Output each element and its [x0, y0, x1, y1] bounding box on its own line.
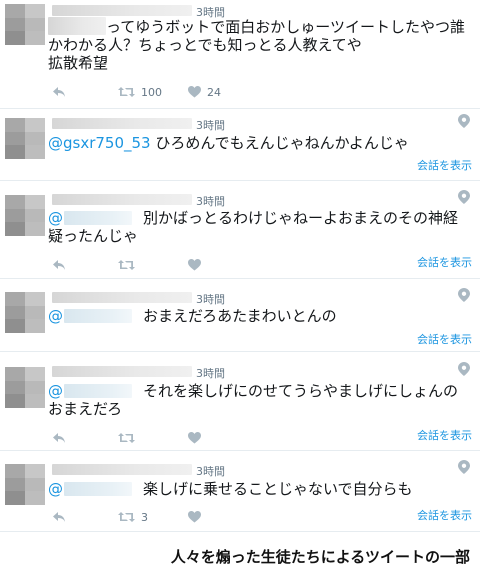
tweet-actions: 100 24	[52, 84, 292, 100]
avatar[interactable]	[5, 4, 45, 45]
reply-icon	[53, 260, 65, 270]
location-pin-icon	[458, 190, 470, 204]
tweet-body: ひろめんでもえんじゃねんかよんじゃ	[150, 134, 409, 152]
blurred-username	[52, 292, 192, 303]
tweet-actions	[52, 430, 292, 446]
location-pin-icon	[458, 460, 470, 474]
reply-button[interactable]	[52, 257, 66, 273]
tweet-body: 別かばっとるわけじゃねーよおまえのその神経疑ったんじゃ	[48, 209, 459, 245]
like-button[interactable]	[188, 509, 201, 525]
tweet-actions	[52, 257, 292, 273]
blurred-username	[52, 464, 192, 475]
reply-icon	[53, 512, 65, 522]
show-conversation-link[interactable]: 会話を表示	[417, 254, 472, 270]
mention-link[interactable]: @gsxr750_53	[48, 134, 151, 152]
show-conversation-link[interactable]: 会話を表示	[417, 507, 472, 523]
avatar[interactable]	[5, 367, 45, 408]
blurred-username	[52, 366, 192, 377]
retweet-count: 100	[141, 85, 162, 99]
image-caption: 人々を煽った生徒たちによるツイートの一部	[170, 548, 470, 566]
reply-button[interactable]	[52, 84, 66, 100]
like-button[interactable]: 24	[188, 84, 221, 100]
blurred-username	[52, 194, 192, 205]
show-conversation-link[interactable]: 会話を表示	[417, 427, 472, 443]
retweet-icon	[118, 260, 135, 270]
tweet: 3時間 @ 楽しげに乗せることじゃないで自分らも 3 会話を表示	[0, 452, 480, 532]
show-conversation-link[interactable]: 会話を表示	[417, 157, 472, 173]
location-pin-icon	[458, 362, 470, 376]
tweet-body: 楽しげに乗せることじゃないで自分らも	[143, 480, 413, 498]
reply-icon	[53, 433, 65, 443]
tweet-time[interactable]: 3時間	[196, 463, 225, 479]
tweet: 3時間 @gsxr750_53 ひろめんでもえんじゃねんかよんじゃ 会話を表示	[0, 110, 480, 181]
retweet-icon	[118, 87, 135, 97]
tweet-text: @ 別かばっとるわけじゃねーよおまえのその神経疑ったんじゃ	[48, 209, 472, 245]
avatar[interactable]	[5, 118, 45, 159]
like-icon	[188, 511, 201, 523]
retweet-icon	[118, 433, 135, 443]
tweet-text: @gsxr750_53 ひろめんでもえんじゃねんかよんじゃ	[48, 134, 472, 152]
tweet-body: おまえだろあたまわいとんの	[143, 307, 337, 325]
tweet-time[interactable]: 3時間	[196, 193, 225, 209]
retweet-button[interactable]: 100	[118, 84, 162, 100]
tweet-time[interactable]: 3時間	[196, 365, 225, 381]
mention-link[interactable]: @	[48, 209, 63, 227]
location-pin-icon	[458, 288, 470, 302]
tweet-time[interactable]: 3時間	[196, 291, 225, 307]
like-icon	[188, 259, 201, 271]
tweet-time[interactable]: 3時間	[196, 117, 225, 133]
reply-button[interactable]	[52, 430, 66, 446]
retweet-count: 3	[141, 510, 148, 524]
tweet: 3時間 @ おまえだろあたまわいとんの 会話を表示	[0, 280, 480, 352]
avatar[interactable]	[5, 195, 45, 236]
tweet-actions: 3	[52, 509, 292, 525]
avatar[interactable]	[5, 464, 45, 505]
tweet: 3時間 @ 別かばっとるわけじゃねーよおまえのその神経疑ったんじゃ 会話を表示	[0, 182, 480, 279]
retweet-icon	[118, 512, 135, 522]
mention-link[interactable]: @	[48, 382, 63, 400]
like-icon	[188, 86, 201, 98]
retweet-button[interactable]	[118, 430, 135, 446]
retweet-button[interactable]	[118, 257, 135, 273]
location-pin-icon	[458, 114, 470, 128]
tweet-text: ってゆうボットで面白おかしゅーツイートしたやつ誰かわかる人？ちょっとでも知っとる…	[48, 18, 465, 72]
reply-icon	[53, 87, 65, 97]
blurred-username	[52, 5, 192, 16]
like-button[interactable]	[188, 430, 201, 446]
retweet-button[interactable]: 3	[118, 509, 148, 525]
show-conversation-link[interactable]: 会話を表示	[417, 331, 472, 347]
tweet-text: @ それを楽しげにのせてうらやましげにしょんのおまえだろ	[48, 382, 472, 418]
tweet-text: @ 楽しげに乗せることじゃないで自分らも	[48, 480, 472, 498]
like-button[interactable]	[188, 257, 201, 273]
avatar[interactable]	[5, 292, 45, 333]
tweet-text: @ おまえだろあたまわいとんの	[48, 307, 472, 325]
tweet: 3時間 @ それを楽しげにのせてうらやましげにしょんのおまえだろ 会話を表示	[0, 353, 480, 451]
reply-button[interactable]	[52, 509, 66, 525]
like-count: 24	[207, 85, 221, 99]
like-icon	[188, 432, 201, 444]
mention-link[interactable]: @	[48, 307, 63, 325]
mention-link[interactable]: @	[48, 480, 63, 498]
tweet: 3時間 ってゆうボットで面白おかしゅーツイートしたやつ誰かわかる人？ちょっとでも…	[0, 0, 480, 109]
blurred-username	[52, 118, 192, 129]
tweet-body: それを楽しげにのせてうらやましげにしょんのおまえだろ	[48, 382, 459, 418]
